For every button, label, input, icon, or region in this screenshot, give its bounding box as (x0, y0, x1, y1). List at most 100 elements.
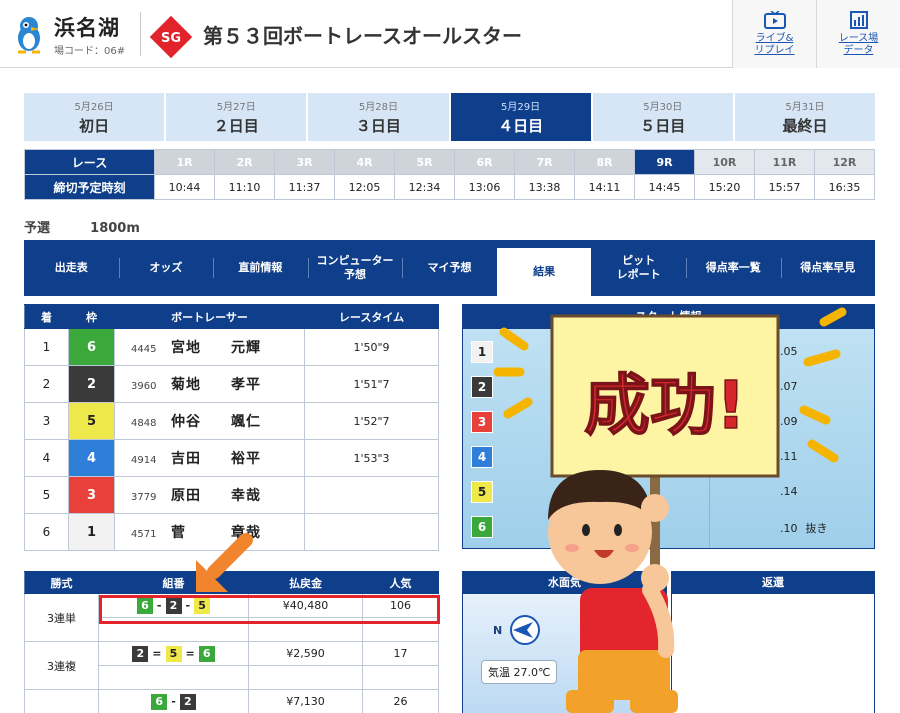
day-label: ２日目 (213, 117, 259, 135)
nav-tab-7[interactable]: ピット レポート (591, 240, 686, 296)
finish-position: 5 (24, 476, 69, 514)
wind-compass-icon: N (493, 615, 540, 645)
race-tab-7[interactable]: 7R (514, 149, 575, 175)
racer-cell[interactable]: 4445 宮地 元輝 (114, 328, 305, 366)
nav-tab-2[interactable]: オッズ (118, 240, 214, 296)
racer-name[interactable]: 吉田 裕平 (171, 451, 261, 467)
site-header: 浜名湖 場コード：06# SG 第５３回ボートレースオールスター ライブ& リプ… (0, 0, 900, 68)
nav-tab-1[interactable]: 出走表 (24, 240, 119, 296)
weather-body: N 気温 27.0℃ 晴 (463, 594, 666, 713)
deadline-time: 11:10 (214, 174, 275, 200)
racer-cell[interactable]: 3779 原田 幸哉 (114, 476, 305, 514)
header-links: ライブ& リプレイ レース場 データ (732, 0, 900, 68)
returns-title: 返還 (672, 572, 874, 594)
racer-name[interactable]: 仲谷 颯仁 (171, 414, 261, 430)
day-label: 初日 (79, 117, 110, 135)
start-lane-badge: 6 (471, 516, 493, 538)
weather-title: 水面気 (463, 572, 666, 594)
deadline-time: 14:11 (574, 174, 635, 200)
live-replay-link[interactable]: ライブ& リプレイ (732, 0, 816, 68)
deadline-time: 14:45 (634, 174, 695, 200)
nav-tab-5[interactable]: マイ予想 (402, 240, 497, 296)
start-timing: .09 (780, 415, 806, 428)
race-tab-3[interactable]: 3R (274, 149, 335, 175)
race-class: 予選 (24, 221, 51, 236)
waku-number: 4 (68, 439, 115, 477)
result-row: 6 1 4571 菅 章哉 (24, 513, 439, 551)
nav-tab-3[interactable]: 直前情報 (213, 240, 308, 296)
st-value: .11 (780, 450, 798, 463)
deadline-time: 10:44 (154, 174, 215, 200)
day-date: 5月30日 (643, 102, 683, 113)
race-tab-5[interactable]: 5R (394, 149, 455, 175)
day-tab-1[interactable]: 5月26日 初日 (24, 93, 165, 141)
popularity: 26 (362, 689, 439, 713)
day-tab-5[interactable]: 5月30日 ５日目 (592, 93, 733, 141)
col-header-popularity: 人気 (362, 571, 439, 594)
race-tab-8[interactable]: 8R (574, 149, 635, 175)
venue-data-label: レース場 データ (838, 33, 879, 56)
racer-name[interactable]: 菅 章哉 (171, 525, 261, 541)
bet-type (24, 689, 99, 713)
day-tab-6[interactable]: 5月31日 最終日 (734, 93, 876, 141)
day-date: 5月28日 (358, 102, 398, 113)
day-tab-4[interactable]: 5月29日 ４日目 (450, 93, 591, 141)
racer-cell[interactable]: 3960 菊地 孝平 (114, 365, 305, 403)
combo-chip: 5 (165, 645, 182, 662)
empty-cell (98, 665, 249, 690)
payout-amount: ¥2,590 (248, 641, 363, 666)
combo-separator: = (152, 646, 162, 660)
result-row: 4 4 4914 吉田 裕平 1'53"3 (24, 439, 439, 477)
start-info-title: スタート情報 (463, 305, 874, 329)
combo-chip: 2 (179, 693, 196, 710)
race-tab-4[interactable]: 4R (334, 149, 395, 175)
day-tab-2[interactable]: 5月27日 ２日目 (166, 93, 307, 141)
race-time: 1'50"9 (304, 328, 439, 366)
day-tab-3[interactable]: 5月28日 ３日目 (308, 93, 449, 141)
combo-separator: = (185, 646, 195, 660)
nav-tab-8[interactable]: 得点率一覧 (685, 240, 781, 296)
nav-tab-9[interactable]: 得点率早見 (780, 240, 876, 296)
day-date: 5月27日 (216, 102, 256, 113)
start-lane-badge: 1 (471, 341, 493, 363)
racer-cell[interactable]: 4571 菅 章哉 (114, 513, 305, 551)
race-tab-12[interactable]: 12R (814, 149, 875, 175)
venue-data-link[interactable]: レース場 データ (816, 0, 900, 68)
header-divider (140, 12, 141, 56)
waku-number: 3 (68, 476, 115, 514)
race-tab-11[interactable]: 11R (754, 149, 815, 175)
race-time: 1'52"7 (304, 402, 439, 440)
racer-cell[interactable]: 4914 吉田 裕平 (114, 439, 305, 477)
day-label: ３日目 (355, 117, 401, 135)
result-row: 1 6 4445 宮地 元輝 1'50"9 (24, 328, 439, 366)
st-value: .05 (780, 345, 798, 358)
race-tab-2[interactable]: 2R (214, 149, 275, 175)
racer-name[interactable]: 宮地 元輝 (171, 340, 261, 356)
nav-tab-4[interactable]: コンピューター 予想 (307, 240, 403, 296)
waku-number: 6 (68, 328, 115, 366)
st-value: .14 (780, 485, 798, 498)
nav-tab-6[interactable]: 結果 (496, 248, 592, 296)
racer-name[interactable]: 原田 幸哉 (171, 488, 261, 504)
start-lane-badge: 2 (471, 376, 493, 398)
race-tab-6[interactable]: 6R (454, 149, 515, 175)
race-tab-10[interactable]: 10R (694, 149, 755, 175)
empty-cell (362, 665, 439, 690)
start-timing: .07 (780, 380, 806, 393)
racer-name[interactable]: 菊地 孝平 (171, 377, 261, 393)
svg-text:N: N (493, 624, 502, 637)
finish-position: 4 (24, 439, 69, 477)
combo-separator: - (171, 694, 176, 708)
racer-reg-number: 3779 (131, 492, 157, 503)
race-tab-9[interactable]: 9R (634, 149, 695, 175)
race-tab-1[interactable]: 1R (154, 149, 215, 175)
payout-table: 勝式 組番 払戻金 人気 3連単 6-2-5 ¥40,480 106 3連複 2 = 5 = 6 ¥… (24, 571, 439, 713)
deadline-time: 15:20 (694, 174, 755, 200)
weather-panel: 水面気 N 気温 27.0℃ 晴 (462, 571, 667, 713)
race-title: 第５３回ボートレースオールスター (203, 24, 522, 48)
st-value: .09 (780, 415, 798, 428)
col-header-bet-type: 勝式 (24, 571, 99, 594)
col-header-combo: 組番 (98, 571, 249, 594)
racer-cell[interactable]: 4848 仲谷 颯仁 (114, 402, 305, 440)
deadline-time: 16:35 (814, 174, 875, 200)
